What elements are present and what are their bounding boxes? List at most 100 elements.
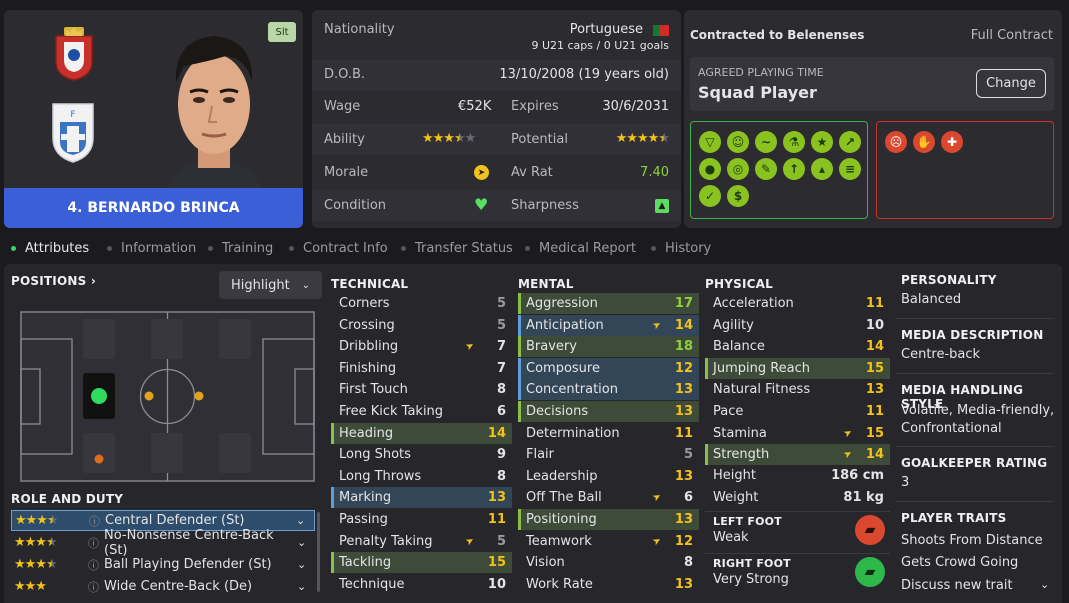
positions-title[interactable]: POSITIONS › <box>11 274 96 288</box>
attribute-row[interactable]: Decisions 13 <box>518 401 699 422</box>
highlight-dropdown[interactable]: Highlight ⌄ <box>219 271 322 299</box>
chevron-down-icon[interactable]: ⌄ <box>297 558 315 571</box>
trait-item[interactable]: Gets Crowd Going <box>901 555 1018 570</box>
condition-heart-icon[interactable]: ♥ <box>474 195 488 214</box>
attribute-row[interactable]: Heading 14 <box>331 422 512 444</box>
tab-attributes[interactable]: Attributes <box>11 241 89 256</box>
chevron-down-icon[interactable]: ⌄ <box>1040 578 1049 591</box>
info-icon[interactable]: ⓘ <box>89 513 105 529</box>
attribute-row[interactable]: Leadership 13 <box>518 466 699 487</box>
attribute-row[interactable]: Flair 5 <box>518 444 699 465</box>
role-scrollbar[interactable] <box>317 512 320 592</box>
trait-injury-icon[interactable]: ✚ <box>941 131 963 153</box>
info-icon[interactable]: ⓘ <box>88 579 104 595</box>
attribute-row[interactable]: Technique 10 <box>331 574 512 595</box>
attribute-row[interactable]: Pace 11 <box>705 401 890 422</box>
trait-hands-icon[interactable]: ✋ <box>913 131 935 153</box>
chevron-down-icon[interactable]: ⌄ <box>297 580 315 593</box>
attribute-value: 11 <box>865 296 884 311</box>
role-row[interactable]: ★★★★ ⓘ Ball Playing Defender (St) ⌄ <box>11 554 315 575</box>
attribute-row[interactable]: Positioning 13 <box>518 509 699 530</box>
attribute-row[interactable]: Stamina ➤ 15 <box>705 423 890 444</box>
attribute-row[interactable]: Work Rate 13 <box>518 574 699 595</box>
attribute-row[interactable]: Aggression 17 <box>518 293 699 314</box>
trait-list-icon[interactable]: ≡ <box>839 158 861 180</box>
attribute-row[interactable]: Penalty Taking ➤ 5 <box>331 531 512 552</box>
nation-crest-icon[interactable] <box>50 24 98 82</box>
role-row[interactable]: ★★★★ ⓘ No-Nonsense Centre-Back (St) ⌄ <box>11 528 315 558</box>
attribute-row[interactable]: Corners 5 <box>331 293 512 314</box>
attribute-row[interactable]: Acceleration 11 <box>705 293 890 314</box>
trait-trend-icon[interactable]: ↗ <box>839 131 861 153</box>
trait-head-icon[interactable]: ● <box>699 158 721 180</box>
condition-label: Condition <box>324 198 387 213</box>
trait-star-icon[interactable]: ★ <box>811 131 833 153</box>
attribute-row[interactable]: First Touch 8 <box>331 379 512 400</box>
info-icon[interactable]: ⓘ <box>88 557 104 573</box>
chevron-down-icon: ⌄ <box>301 279 310 291</box>
tab-transfer-status[interactable]: Transfer Status <box>401 241 513 256</box>
attribute-row[interactable]: Determination 11 <box>518 423 699 444</box>
personality-label: PERSONALITY <box>901 273 997 287</box>
attribute-row[interactable]: Off The Ball ➤ 6 <box>518 487 699 508</box>
trait-target-icon[interactable]: ◎ <box>727 158 749 180</box>
attribute-row[interactable]: Long Shots 9 <box>331 444 512 465</box>
trait-angry-icon[interactable]: ☹ <box>885 131 907 153</box>
trait-doc-icon[interactable]: ✓ <box>699 185 721 207</box>
attribute-row[interactable]: Bravery 18 <box>518 336 699 358</box>
trait-mind-icon[interactable]: ☺ <box>727 131 749 153</box>
nationality-value[interactable]: Portuguese <box>570 22 643 37</box>
height-row: Height 186 cm <box>705 465 890 486</box>
trait-item[interactable]: Shoots From Distance <box>901 533 1043 548</box>
trait-money-icon[interactable]: $ <box>727 185 749 207</box>
attribute-value: 13 <box>674 382 693 398</box>
tab-contract-info[interactable]: Contract Info <box>289 241 388 256</box>
potential-stars[interactable]: ★★★★★ <box>616 131 670 146</box>
attribute-row[interactable]: Agility 10 <box>705 315 890 336</box>
attribute-row[interactable]: Jumping Reach 15 <box>705 357 890 379</box>
attribute-row[interactable]: Crossing 5 <box>331 315 512 336</box>
attribute-row[interactable]: Finishing 7 <box>331 358 512 379</box>
chevron-down-icon[interactable]: ⌄ <box>297 536 315 549</box>
tab-history[interactable]: History <box>651 241 711 256</box>
attribute-row[interactable]: Strength ➤ 14 <box>705 444 890 466</box>
role-label: Ball Playing Defender (St) <box>104 557 272 572</box>
attribute-row[interactable]: Vision 8 <box>518 552 699 573</box>
trait-wave-icon[interactable]: ∼ <box>755 131 777 153</box>
attribute-row[interactable]: Passing 11 <box>331 509 512 530</box>
attribute-value: 14 <box>865 339 884 355</box>
tab-medical-report[interactable]: Medical Report <box>525 241 636 256</box>
attribute-row[interactable]: Concentration 13 <box>518 379 699 401</box>
attribute-row[interactable]: Balance 14 <box>705 336 890 357</box>
trait-pen-icon[interactable]: ✎ <box>755 158 777 180</box>
attribute-row[interactable]: Anticipation ➤ 14 <box>518 314 699 336</box>
club-crest-icon[interactable]: F <box>48 98 98 164</box>
role-row[interactable]: ★★★ ⓘ Wide Centre-Back (De) ⌄ <box>11 576 315 597</box>
sharpness-icon[interactable]: ▲ <box>655 199 669 213</box>
trait-up-icon[interactable]: ↑ <box>783 158 805 180</box>
trait-flask-icon[interactable]: ⚗ <box>783 131 805 153</box>
attribute-row[interactable]: Tackling 15 <box>331 552 512 574</box>
change-button[interactable]: Change <box>976 69 1046 98</box>
chevron-down-icon[interactable]: ⌄ <box>296 514 314 527</box>
trait-drop-icon[interactable]: ▴ <box>811 158 833 180</box>
trait-shield-icon[interactable]: ▽ <box>699 131 721 153</box>
attribute-row[interactable]: Marking 13 <box>331 487 512 509</box>
attribute-row[interactable]: Natural Fitness 13 <box>705 379 890 400</box>
attribute-row[interactable]: Dribbling ➤ 7 <box>331 336 512 357</box>
attribute-row[interactable]: Teamwork ➤ 12 <box>518 531 699 552</box>
tab-training[interactable]: Training <box>208 241 273 256</box>
squad-status-badge[interactable]: Slt <box>268 22 296 42</box>
morale-icon[interactable]: ➤ <box>474 165 489 180</box>
personality-value[interactable]: Balanced <box>901 292 961 307</box>
attribute-row[interactable]: Composure 12 <box>518 357 699 379</box>
tab-information[interactable]: Information <box>107 241 196 256</box>
info-icon[interactable]: ⓘ <box>88 535 104 551</box>
attribute-row[interactable]: Free Kick Taking 6 <box>331 401 512 422</box>
physical-column: Acceleration 11 Agility 10 Balance 14 Jumping … <box>705 293 890 473</box>
ability-stars[interactable]: ★★★★★ <box>422 131 476 146</box>
discuss-trait-item[interactable]: Discuss new trait <box>901 578 1013 593</box>
media-style-value[interactable]: Volatile, Media-friendly, Confrontationa… <box>901 402 1057 438</box>
attribute-row[interactable]: Long Throws 8 <box>331 466 512 487</box>
potential-label: Potential <box>511 132 568 147</box>
